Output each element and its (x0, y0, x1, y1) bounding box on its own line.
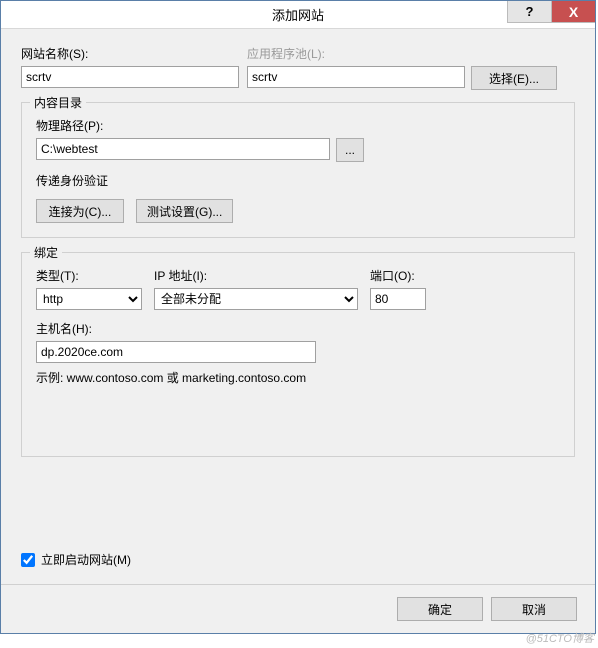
app-pool-group: 应用程序池(L): 选择(E)... (247, 45, 557, 90)
site-name-group: 网站名称(S): (21, 45, 239, 90)
start-now-checkbox[interactable] (21, 553, 35, 567)
titlebar: 添加网站 ? X (1, 1, 595, 29)
binding-ip-label: IP 地址(I): (154, 267, 358, 284)
dialog-footer: 确定 取消 (1, 584, 595, 633)
site-and-pool-row: 网站名称(S): 应用程序池(L): 选择(E)... (21, 45, 575, 90)
test-settings-button[interactable]: 测试设置(G)... (136, 199, 233, 223)
physical-path-input[interactable] (36, 138, 330, 160)
hostname-label: 主机名(H): (36, 320, 560, 337)
ok-button[interactable]: 确定 (397, 597, 483, 621)
binding-ip-select[interactable]: 全部未分配 (154, 288, 358, 310)
titlebar-buttons: ? X (507, 1, 595, 28)
app-pool-input (247, 66, 465, 88)
binding-type-label: 类型(T): (36, 267, 142, 284)
dialog-content: 网站名称(S): 应用程序池(L): 选择(E)... 内容目录 物理路径(P)… (1, 29, 595, 584)
connect-as-button[interactable]: 连接为(C)... (36, 199, 124, 223)
help-button[interactable]: ? (507, 1, 551, 23)
start-now-label: 立即启动网站(M) (41, 551, 131, 568)
binding-port-input[interactable] (370, 288, 426, 310)
cancel-button[interactable]: 取消 (491, 597, 577, 621)
physical-path-label: 物理路径(P): (36, 117, 560, 134)
hostname-example: 示例: www.contoso.com 或 marketing.contoso.… (36, 369, 560, 386)
browse-button[interactable]: ... (336, 138, 364, 162)
app-pool-label: 应用程序池(L): (247, 45, 557, 62)
add-website-dialog: 添加网站 ? X 网站名称(S): 应用程序池(L): 选择(E)... 内容目… (0, 0, 596, 634)
binding-legend: 绑定 (30, 244, 62, 261)
select-app-pool-button[interactable]: 选择(E)... (471, 66, 557, 90)
binding-port-label: 端口(O): (370, 267, 426, 284)
start-now-row: 立即启动网站(M) (21, 551, 575, 568)
content-directory-group: 内容目录 物理路径(P): ... 传递身份验证 连接为(C)... 测试设置(… (21, 102, 575, 238)
watermark: @51CTO博客 (526, 630, 594, 646)
site-name-label: 网站名称(S): (21, 45, 239, 62)
close-button[interactable]: X (551, 1, 595, 23)
content-directory-legend: 内容目录 (30, 94, 86, 111)
hostname-input[interactable] (36, 341, 316, 363)
site-name-input[interactable] (21, 66, 239, 88)
binding-type-select[interactable]: http (36, 288, 142, 310)
dialog-title: 添加网站 (1, 5, 595, 24)
binding-group: 绑定 类型(T): http IP 地址(I): 全部未分配 端口(O): (21, 252, 575, 457)
passthrough-auth-label: 传递身份验证 (36, 172, 560, 189)
